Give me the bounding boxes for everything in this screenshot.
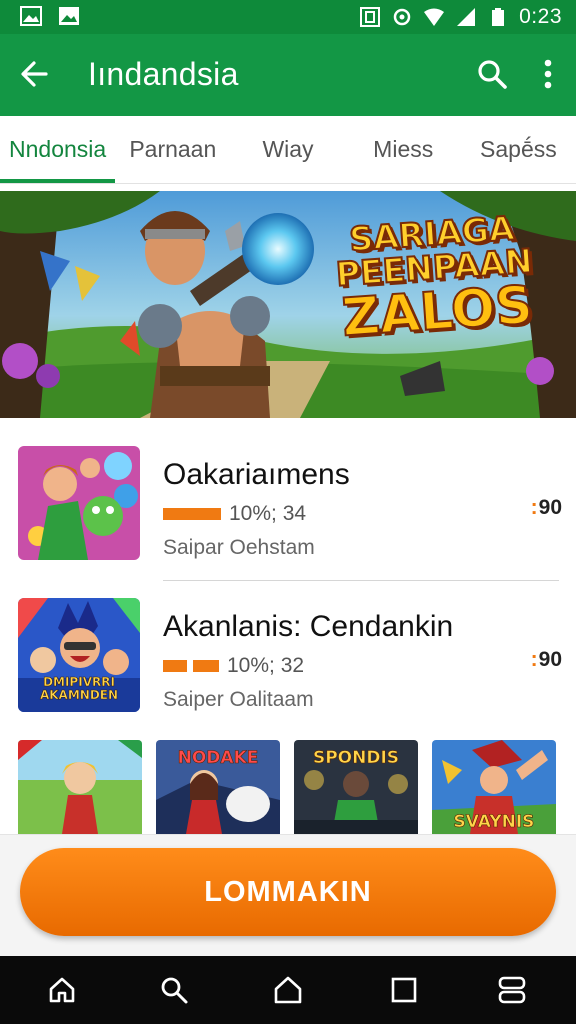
item-subtitle: Saipar Oehstam [163, 536, 315, 559]
badge-value: 90 [538, 648, 562, 671]
nav-overview-button[interactable] [384, 972, 424, 1008]
status-left-icons [20, 6, 80, 26]
game-label: NODAKE [177, 748, 259, 769]
item-subtitle: Saiper Oalitaam [163, 688, 314, 711]
thumbnail-art-1 [18, 446, 140, 560]
tab-miess[interactable]: Miess [346, 116, 461, 183]
list-divider [163, 580, 559, 581]
tab-nndonsia[interactable]: Nndonsia [0, 116, 116, 183]
nav-recents-button[interactable] [492, 972, 532, 1008]
status-time: 0:23 [519, 5, 562, 28]
status-right-icons: 0:23 [359, 5, 562, 29]
image-icon [20, 6, 42, 26]
featured-banner[interactable]: SARIAGA PEENPAAN ZALOS [0, 191, 576, 418]
item-rating: 10%; 32 [163, 654, 304, 678]
list-item[interactable]: Oakariaımens 10%; 34 Saipar Oehstam :90 [0, 440, 576, 570]
more-vert-icon [544, 59, 552, 89]
list-item[interactable]: DMIPIVRRI AKAMNDEN Akanlanis: Cendankin … [0, 592, 576, 722]
system-nav-bar [0, 956, 576, 1024]
item-title: Oakariaımens [163, 458, 350, 491]
tab-sapess[interactable]: Sapḗss [461, 116, 576, 183]
thumbnail-label-line-2: AKAMNDEN [39, 688, 119, 702]
nav-main-home-button[interactable] [268, 972, 308, 1008]
thumbnail-label: DMIPIVRRI AKAMNDEN [18, 675, 140, 702]
app-thumbnail [18, 446, 140, 560]
tab-parnaan[interactable]: Parnaan [115, 116, 230, 183]
more-options-button[interactable] [530, 54, 566, 94]
status-bar: 0:23 [0, 0, 576, 34]
signal-icon [457, 8, 476, 26]
nfc-icon [360, 7, 381, 27]
item-badge: :90 [531, 496, 562, 520]
recents-icon [498, 976, 526, 1004]
rating-text: 10%; 34 [229, 502, 307, 525]
item-badge: :90 [531, 648, 562, 672]
game-label: SPONDIS [312, 748, 400, 769]
game-thumbnail[interactable] [18, 740, 142, 834]
nav-home-button[interactable] [42, 972, 82, 1008]
back-button[interactable] [14, 54, 54, 94]
game-thumbnail[interactable]: SVAYNIS [432, 740, 556, 834]
game-thumbnail[interactable]: NODAKE [156, 740, 280, 834]
search-icon [478, 60, 507, 89]
app-bar: Iındandsia [0, 34, 576, 116]
badge-dots: : [530, 496, 538, 519]
app-thumbnail: DMIPIVRRI AKAMNDEN [18, 598, 140, 712]
games-strip: NODAKE SPONDIS SVAYNIS [0, 740, 576, 834]
back-arrow-icon [21, 61, 48, 87]
rating-text: 10%; 32 [227, 654, 305, 677]
home-icon [274, 976, 302, 1004]
badge-dots: : [530, 648, 538, 671]
home-outline-icon [49, 977, 75, 1003]
wifi-icon [424, 8, 445, 26]
rating-bar-group [163, 508, 221, 520]
rating-bar-group [163, 660, 219, 672]
tab-bar: Nndonsia Parnaan Wiay Miess Sapḗss [0, 116, 576, 184]
game-thumbnail[interactable]: SPONDIS [294, 740, 418, 834]
primary-action-button[interactable]: LOMMAKIN [20, 848, 556, 936]
game-art-1 [18, 740, 142, 834]
item-title: Akanlanis: Cendankin [163, 610, 454, 643]
rating-bar [193, 660, 219, 672]
sync-icon [393, 8, 411, 26]
search-button[interactable] [472, 54, 512, 94]
badge-value: 90 [538, 496, 562, 519]
search-icon [161, 977, 188, 1004]
image-icon [59, 7, 79, 25]
item-rating: 10%; 34 [163, 502, 306, 526]
rating-bar [163, 660, 187, 672]
square-icon [391, 977, 417, 1003]
battery-icon [492, 8, 505, 26]
banner-title: SARIAGA PEENPAAN ZALOS [326, 207, 544, 349]
tab-wiay[interactable]: Wiay [230, 116, 345, 183]
page-title: Iındandsia [88, 56, 239, 92]
primary-action-label: LOMMAKIN [204, 875, 372, 908]
rating-bar [163, 508, 221, 520]
game-label: SVAYNIS [453, 812, 535, 833]
banner-title-line-3: ZALOS [339, 274, 536, 349]
nav-search-button[interactable] [154, 972, 194, 1008]
